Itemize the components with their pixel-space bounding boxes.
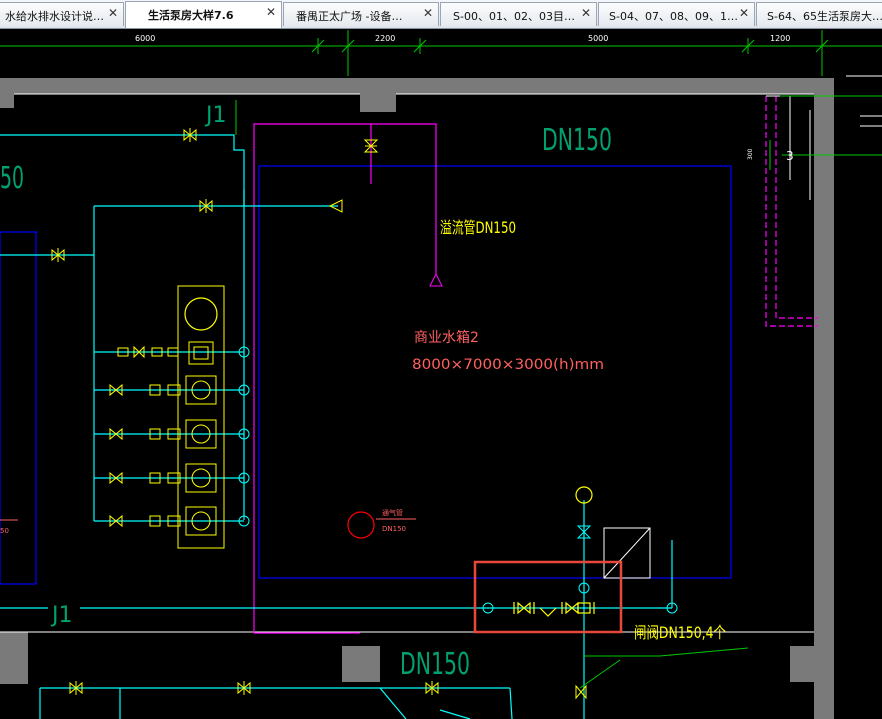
gate-valve [51,128,587,700]
dn150-bottom-label: DN150 [400,647,470,682]
vent-pipe-icon [347,511,375,539]
pipe-j1-top-label: J1 [204,103,227,128]
dimension-text-2200: 2200 [375,34,395,43]
overflow-outlet-icon [429,272,443,287]
dimension-text-6000: 6000 [135,34,155,43]
dn150-left-partial-label: 50 [0,161,24,196]
tank-size-label: 8000×7000×3000(h)mm [412,357,604,373]
pipe-j1-label: J1 [50,603,73,628]
manhole-detail-diagonal [603,527,651,579]
gate-valve-note: 闸阀DN150,4个 [634,623,726,642]
pump-base [177,285,225,549]
vent-dn-label: DN150 [382,525,406,533]
highlighted-valve-group [513,601,595,617]
right-label-number: 3 [786,149,794,163]
dimension-text-5000: 5000 [588,34,608,43]
dn150-top-label: DN150 [542,123,612,158]
dimension-line [0,30,882,76]
wall-inner-lines [0,93,814,633]
pump-set [109,341,217,536]
highlight-box[interactable] [473,560,623,634]
overflow-pipe-label: 溢流管DN150 [440,218,516,237]
right-small-dimension: 300 [747,148,754,160]
dimension-text-1200: 1200 [770,34,790,43]
overflow-pipe [253,123,437,634]
cad-drawing-canvas[interactable]: 6000 2200 5000 1200 3 300 DN150 50 DN150… [0,0,882,719]
left-partial-small-label: 50 [0,527,9,535]
green-leader-lines [235,100,749,689]
tank-name-label: 商业水箱2 [414,330,479,346]
pressure-tank [184,297,218,331]
vent-pipe-label: 通气管 [382,508,403,517]
